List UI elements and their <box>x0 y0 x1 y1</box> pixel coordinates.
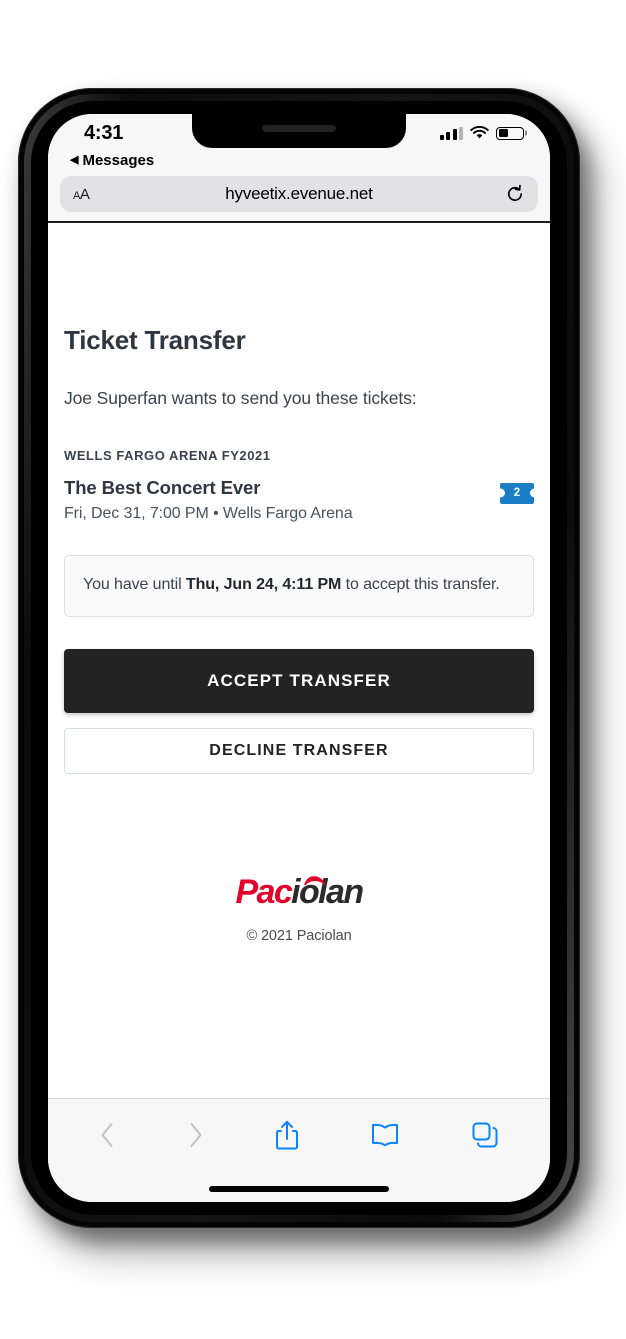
chevron-right-icon <box>190 1123 202 1147</box>
deadline-date: Thu, Jun 24, 4:11 PM <box>185 575 342 593</box>
status-time: 4:31 <box>84 121 124 144</box>
page-footer: Paciolan © 2021 Paciolan <box>64 774 534 944</box>
deadline-notice: You have until Thu, Jun 24, 4:11 PM to a… <box>64 554 534 618</box>
notch-speaker <box>262 125 336 132</box>
share-icon <box>275 1120 298 1150</box>
home-indicator <box>209 1186 389 1192</box>
paciolan-logo: Paciolan <box>235 873 364 912</box>
chevron-left-icon <box>101 1123 113 1147</box>
font-size-small-a: A <box>73 189 80 202</box>
event-section: WELLS FARGO ARENA FY2021 The Best Concer… <box>64 409 534 523</box>
page-content: Ticket Transfer Joe Superfan wants to se… <box>48 222 550 1085</box>
phone-screen: 4:31 ◀ Messages AA hyveetix.evenue.net T… <box>48 114 550 1202</box>
url-text: hyveetix.evenue.net <box>225 184 373 203</box>
page-title: Ticket Transfer <box>64 324 246 355</box>
ticket-icon: 2 <box>500 482 534 504</box>
paciolan-logo-red-text: Pac <box>235 873 292 912</box>
battery-icon <box>496 126 524 140</box>
bookmarks-button[interactable] <box>370 1122 400 1148</box>
wifi-icon <box>470 126 489 139</box>
url-bar-container: AA hyveetix.evenue.net <box>48 172 550 221</box>
ticket-count: 2 <box>513 487 521 499</box>
back-to-app-label: Messages <box>82 151 155 169</box>
browser-forward-button[interactable] <box>187 1121 204 1149</box>
paciolan-logo-swoosh-icon <box>303 876 327 885</box>
cellular-signal-icon <box>439 126 463 140</box>
reload-button[interactable] <box>505 184 525 204</box>
font-size-button[interactable]: AA <box>73 185 90 203</box>
event-name: The Best Concert Ever <box>64 476 261 498</box>
battery-fill <box>498 129 509 137</box>
event-group-name: WELLS FARGO ARENA FY2021 <box>64 447 271 463</box>
toolbar-icons <box>48 1099 550 1171</box>
book-icon <box>372 1123 399 1147</box>
phone-notch <box>192 114 406 148</box>
share-button[interactable] <box>274 1119 300 1151</box>
event-text-block: The Best Concert Ever Fri, Dec 31, 7:00 … <box>64 477 500 523</box>
event-datetime-venue: Fri, Dec 31, 7:00 PM • Wells Fargo Arena <box>64 504 353 522</box>
event-row: The Best Concert Ever Fri, Dec 31, 7:00 … <box>64 463 534 523</box>
tabs-icon <box>472 1122 498 1148</box>
deadline-prefix: You have until <box>83 575 186 593</box>
url-bar[interactable]: AA hyveetix.evenue.net <box>60 176 538 212</box>
back-to-app-link[interactable]: ◀ Messages <box>48 148 550 172</box>
back-caret-icon: ◀ <box>70 153 79 166</box>
status-indicators <box>439 122 529 140</box>
tabs-button[interactable] <box>471 1121 499 1149</box>
reload-icon <box>507 184 523 201</box>
font-size-large-a: A <box>79 185 90 203</box>
browser-back-button[interactable] <box>99 1121 116 1149</box>
copyright-text: © 2021 Paciolan <box>246 928 352 945</box>
phone-frame: 4:31 ◀ Messages AA hyveetix.evenue.net T… <box>18 88 580 1228</box>
page-subtitle: Joe Superfan wants to send you these tic… <box>64 387 417 408</box>
decline-transfer-button[interactable]: DECLINE TRANSFER <box>64 728 534 775</box>
browser-toolbar <box>48 1098 550 1202</box>
accept-transfer-button[interactable]: ACCEPT TRANSFER <box>64 649 534 714</box>
deadline-suffix: to accept this transfer. <box>341 575 500 593</box>
